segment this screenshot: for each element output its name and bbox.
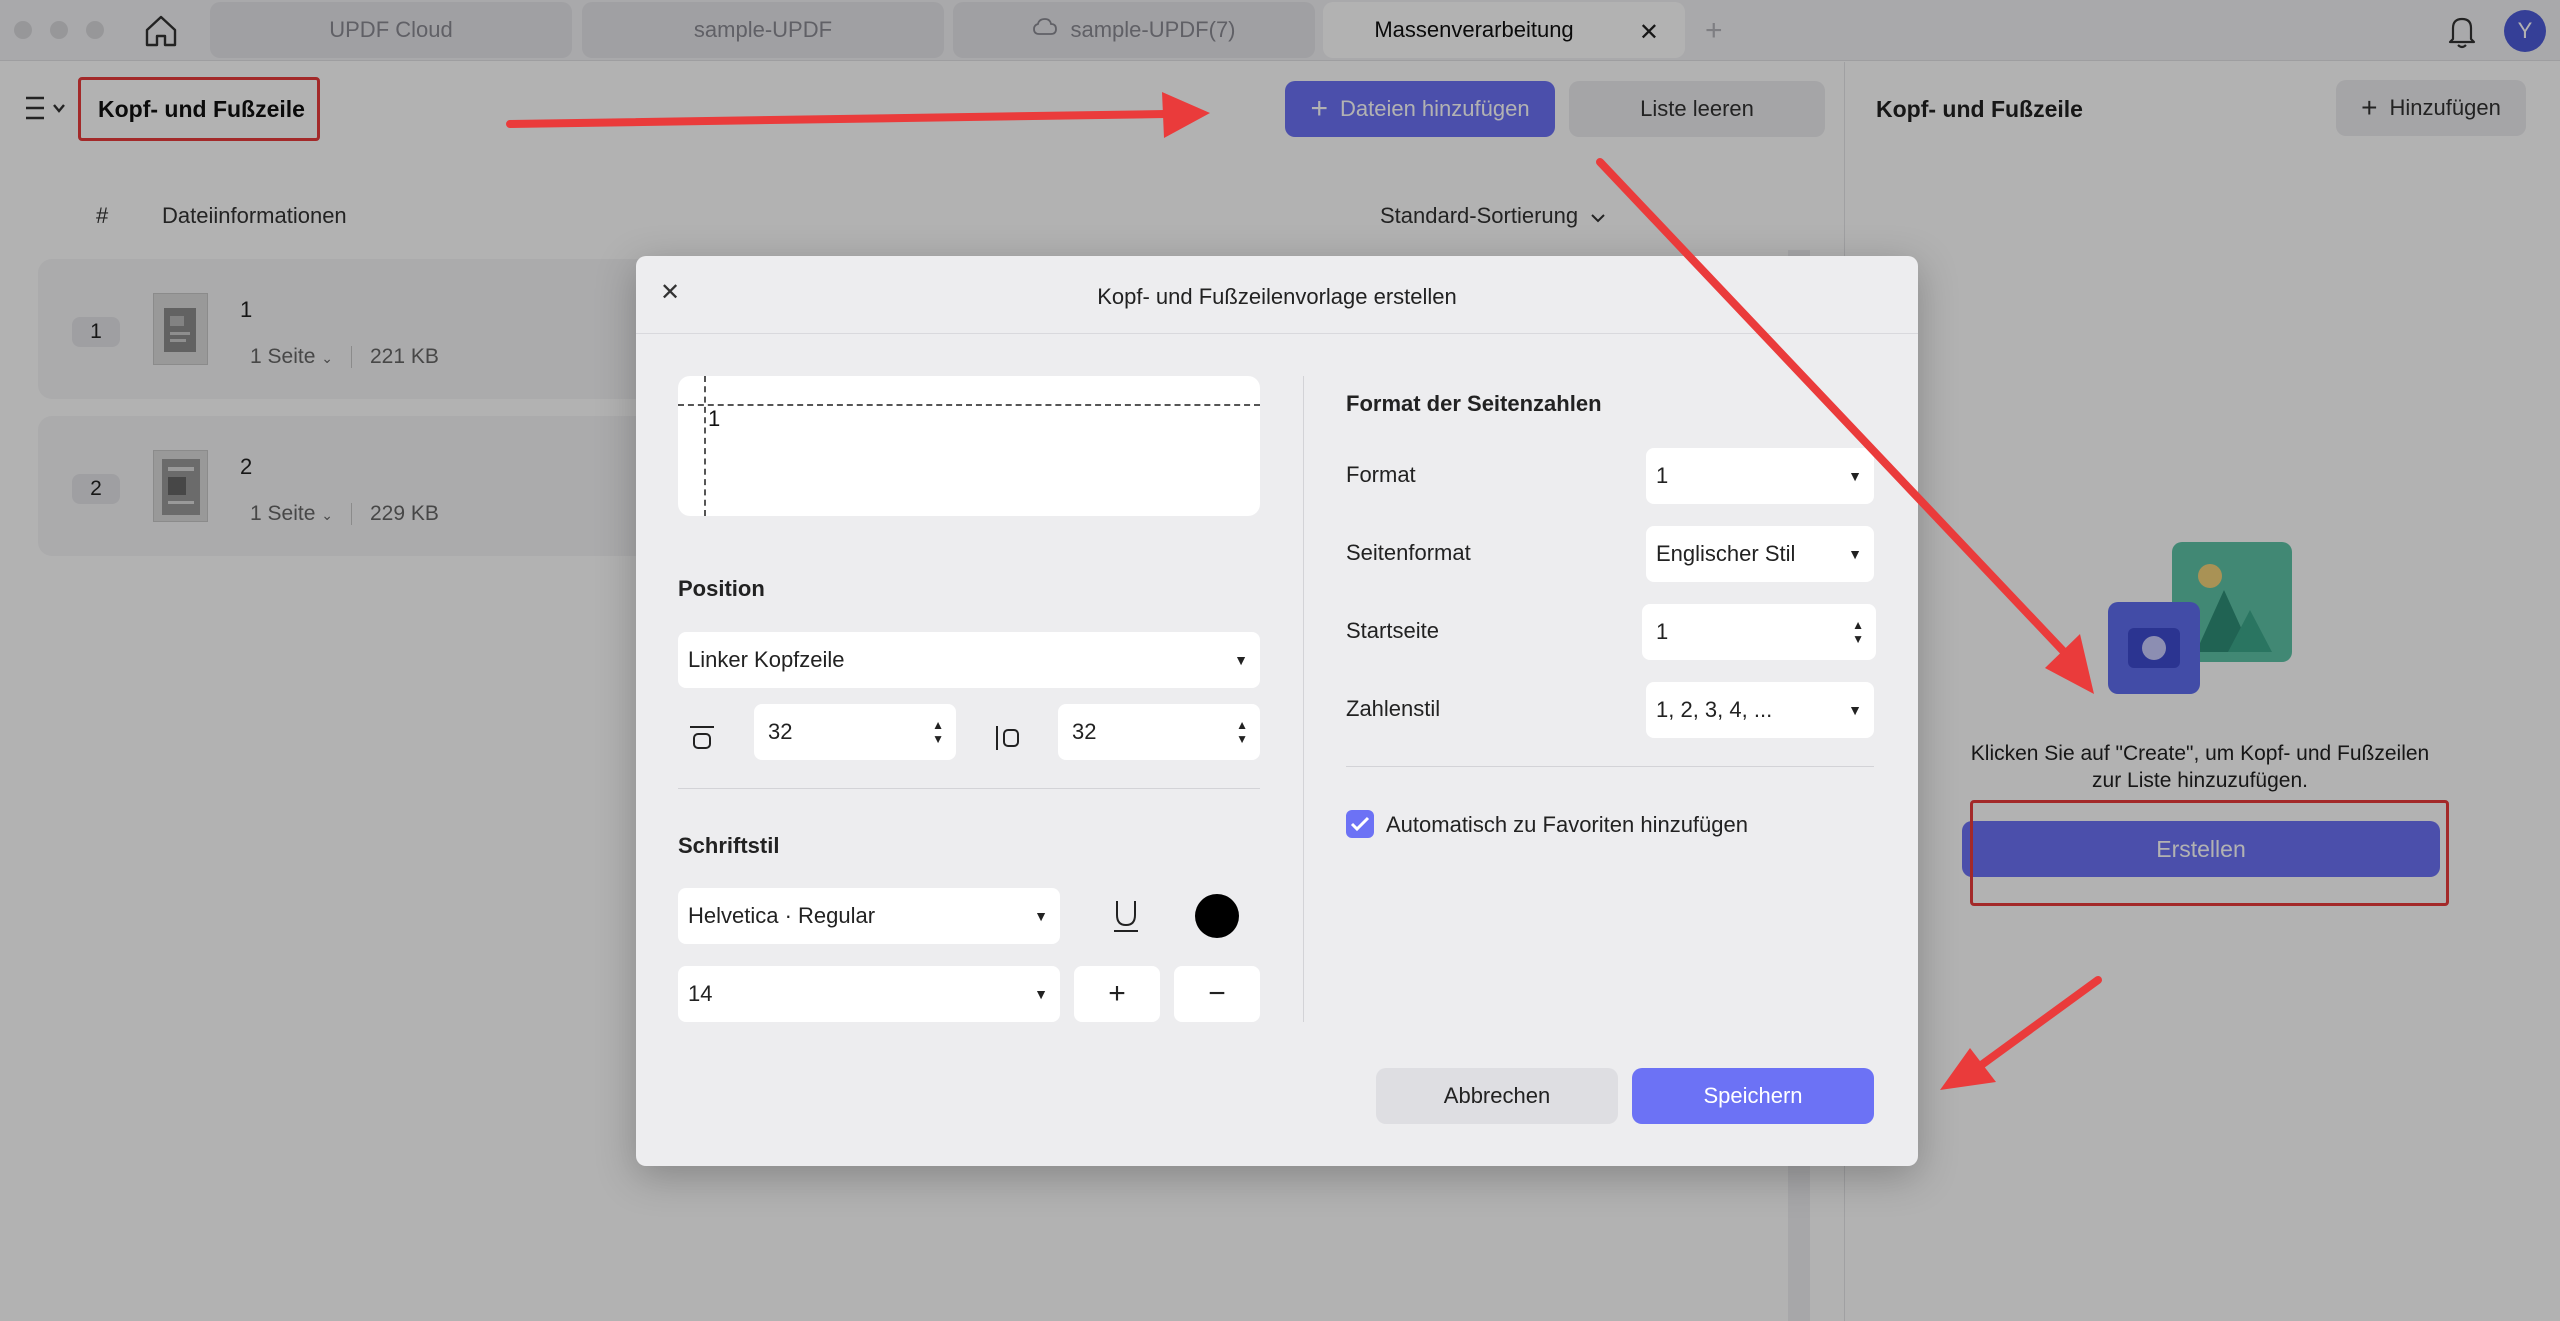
decrease-font-size-button[interactable]: −: [1174, 966, 1260, 1022]
caret-down-icon: ▼: [1034, 908, 1048, 924]
caret-down-icon: ▼: [1234, 652, 1248, 668]
header-footer-template-dialog: ✕ Kopf- und Fußzeilenvorlage erstellen 1…: [636, 256, 1918, 1166]
save-label: Speichern: [1703, 1083, 1803, 1108]
side-margin-value: 32: [1072, 719, 1097, 744]
auto-favorite-checkbox[interactable]: [1346, 810, 1374, 838]
font-size-value: 14: [688, 981, 713, 1006]
stepper-arrows-icon: ▲ ▼: [1852, 618, 1864, 646]
page-number-format-title: Format der Seitenzahlen: [1346, 391, 1602, 416]
cancel-button[interactable]: Abbrechen: [1376, 1068, 1618, 1124]
number-style-value: 1, 2, 3, 4, ...: [1656, 697, 1773, 722]
side-margin-stepper[interactable]: 32 ▲ ▼: [1058, 704, 1260, 760]
number-style-select[interactable]: 1, 2, 3, 4, ... ▼: [1646, 682, 1874, 738]
text-color-swatch[interactable]: [1195, 894, 1239, 938]
caret-down-icon: ▼: [1848, 546, 1862, 562]
preview-page-number: 1: [708, 406, 721, 431]
page-format-label: Seitenformat: [1346, 540, 1471, 565]
increase-font-size-button[interactable]: +: [1074, 966, 1160, 1022]
checkmark-icon: [1350, 816, 1370, 832]
position-value: Linker Kopfzeile: [688, 647, 845, 672]
stepper-arrows-icon: ▲ ▼: [1236, 718, 1248, 746]
margin-guide-line: [704, 376, 706, 516]
page-format-value: Englischer Stil: [1656, 541, 1796, 566]
plus-icon: +: [1108, 977, 1126, 1010]
stepper-arrows-icon: ▲ ▼: [932, 718, 944, 746]
font-size-select[interactable]: 14 ▼: [678, 966, 1060, 1022]
caret-down-icon: ▼: [1848, 468, 1862, 484]
start-page-stepper[interactable]: 1 ▲ ▼: [1642, 604, 1876, 660]
format-select[interactable]: 1 ▼: [1646, 448, 1874, 504]
column-divider: [1303, 376, 1304, 1022]
minus-icon: −: [1208, 977, 1226, 1010]
top-margin-icon: [684, 710, 720, 766]
number-style-label: Zahlenstil: [1346, 696, 1441, 721]
page-format-select[interactable]: Englischer Stil ▼: [1646, 526, 1874, 582]
underline-icon[interactable]: [1098, 888, 1154, 944]
font-family-select[interactable]: Helvetica · Regular ▼: [678, 888, 1060, 944]
dialog-header: ✕ Kopf- und Fußzeilenvorlage erstellen: [636, 256, 1918, 334]
position-select[interactable]: Linker Kopfzeile ▼: [678, 632, 1260, 688]
divider: [1346, 766, 1874, 767]
cancel-label: Abbrechen: [1443, 1083, 1551, 1108]
start-page-label: Startseite: [1346, 618, 1439, 643]
divider: [678, 788, 1260, 789]
template-preview: 1: [678, 376, 1260, 516]
position-title: Position: [678, 576, 765, 601]
auto-favorite-label: Automatisch zu Favoriten hinzufügen: [1386, 812, 1748, 837]
format-label: Format: [1346, 462, 1416, 487]
format-value: 1: [1656, 463, 1669, 488]
font-style-title: Schriftstil: [678, 833, 780, 858]
caret-down-icon: ▼: [1034, 986, 1048, 1002]
start-page-value: 1: [1656, 619, 1669, 644]
top-margin-stepper[interactable]: 32 ▲ ▼: [754, 704, 956, 760]
font-family-value: Helvetica · Regular: [688, 903, 876, 928]
side-margin-icon: [990, 710, 1026, 766]
header-guide-line: [678, 404, 1260, 406]
top-margin-value: 32: [768, 719, 793, 744]
save-button[interactable]: Speichern: [1632, 1068, 1874, 1124]
dialog-title: Kopf- und Fußzeilenvorlage erstellen: [1097, 284, 1457, 309]
caret-down-icon: ▼: [1848, 702, 1862, 718]
